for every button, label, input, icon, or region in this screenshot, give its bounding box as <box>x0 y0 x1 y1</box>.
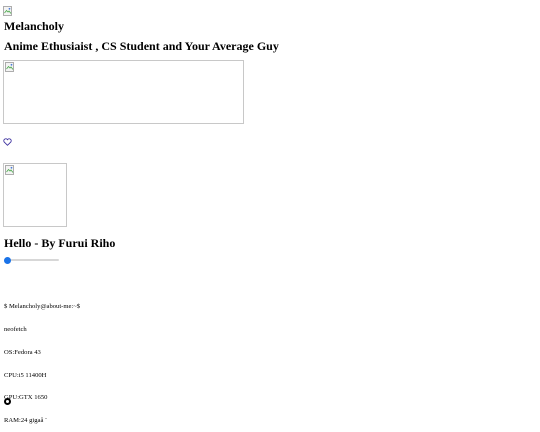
terminal-line: neofetch <box>4 325 27 333</box>
avatar-image <box>3 3 13 16</box>
terminal-line: GPU:GTX 1650 <box>4 394 48 402</box>
slider-track[interactable] <box>4 259 59 261</box>
album-art-image <box>3 163 67 227</box>
song-title: Hello - By Furui Riho <box>4 236 116 250</box>
heart-outline-icon[interactable] <box>3 138 12 146</box>
terminal-line: $ Melancholy@about-me:~$ <box>4 303 81 311</box>
profile-tagline: Anime Ethusiaist , CS Student and Your A… <box>4 39 279 53</box>
song-progress-slider[interactable] <box>4 257 59 264</box>
terminal-line: RAM:24 gigaâ ¨ <box>4 417 48 425</box>
broken-image-icon <box>5 165 14 175</box>
broken-image-icon <box>5 62 14 72</box>
banner-image <box>3 60 244 124</box>
profile-name: Melancholy <box>4 19 64 33</box>
slider-handle[interactable] <box>4 257 11 264</box>
record-button-icon[interactable] <box>4 398 11 405</box>
terminal-line: CPU:i5 11400H <box>4 371 47 379</box>
terminal-output: $ Melancholy@about-me:~$ neofetch OS:Fed… <box>4 288 80 432</box>
terminal-line: OS:Fedora 43 <box>4 348 41 356</box>
broken-image-icon <box>3 6 12 16</box>
